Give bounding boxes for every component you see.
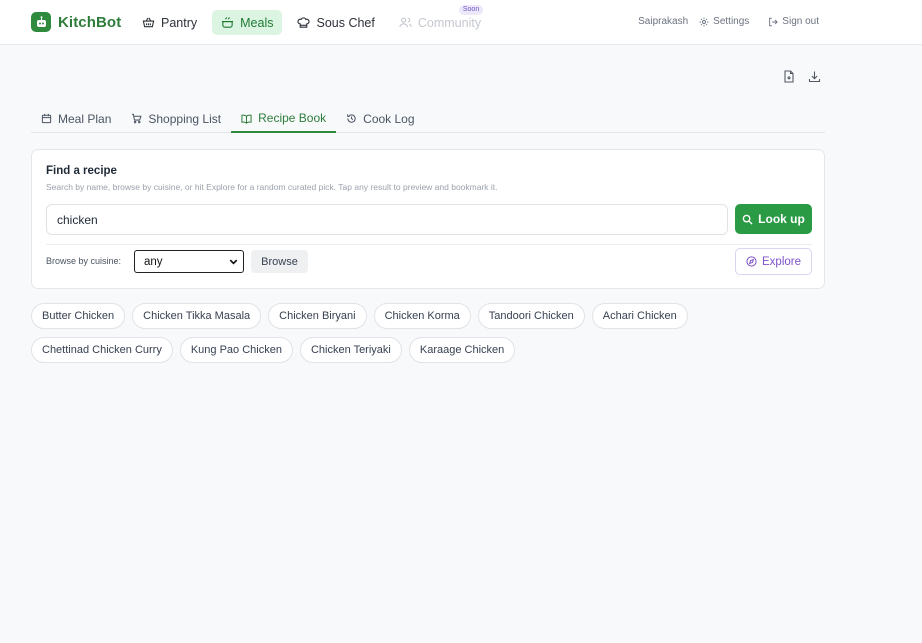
tab-recipe-book[interactable]: Recipe Book xyxy=(231,105,337,133)
tab-label-meal-plan: Meal Plan xyxy=(58,111,112,126)
explore-button[interactable]: Explore xyxy=(735,248,812,275)
nav-item-sous-chef[interactable]: Sous Chef xyxy=(288,10,383,35)
recipe-chip[interactable]: Kung Pao Chicken xyxy=(179,337,293,363)
recipe-chip[interactable]: Karaage Chicken xyxy=(408,337,516,363)
recipe-chip[interactable]: Butter Chicken xyxy=(31,303,126,329)
nav-label-pantry: Pantry xyxy=(161,15,198,30)
sign-out-link[interactable]: Sign out xyxy=(768,16,819,27)
user-menu: Saiprakash Settings Sign out xyxy=(638,16,819,27)
top-navigation-bar: KitchBot Pantry Meals Sous Chef Communit… xyxy=(0,0,922,45)
settings-label: Settings xyxy=(713,16,750,27)
open-book-icon xyxy=(241,114,252,124)
nav-item-community: Community Soon xyxy=(390,5,490,35)
chevron-down-icon xyxy=(229,259,238,265)
search-icon xyxy=(742,214,753,225)
divider xyxy=(46,244,812,245)
recipe-chip[interactable]: Tandoori Chicken xyxy=(477,303,585,329)
sign-out-label: Sign out xyxy=(782,16,819,27)
browse-button[interactable]: Browse xyxy=(251,250,308,273)
look-up-button[interactable]: Look up xyxy=(735,204,812,234)
main-nav: Pantry Meals Sous Chef Community Soon xyxy=(133,5,496,35)
export-file-icon xyxy=(784,69,794,83)
app-name: KitchBot xyxy=(58,13,122,31)
recipe-chip[interactable]: Chettinad Chicken Curry xyxy=(31,337,173,363)
cuisine-selected-value: any xyxy=(144,255,163,268)
nav-label-sous-chef: Sous Chef xyxy=(316,15,375,30)
calendar-icon xyxy=(41,113,52,124)
brand[interactable]: KitchBot xyxy=(31,12,121,32)
pot-icon xyxy=(222,17,234,28)
tab-label-cook-log: Cook Log xyxy=(363,111,415,126)
tab-cook-log[interactable]: Cook Log xyxy=(336,105,424,132)
cuisine-select[interactable]: any xyxy=(134,250,244,273)
tab-shopping-list[interactable]: Shopping List xyxy=(121,105,231,132)
robot-logo-icon xyxy=(31,12,51,32)
nav-item-pantry[interactable]: Pantry xyxy=(133,10,206,35)
cart-icon xyxy=(132,113,142,124)
recipe-finder-card: Find a recipe Search by name, browse by … xyxy=(31,149,825,289)
finder-subtitle: Search by name, browse by cuisine, or hi… xyxy=(46,182,498,192)
browse-by-cuisine-label: Browse by cuisine: xyxy=(46,256,122,266)
nav-label-meals: Meals xyxy=(240,15,274,30)
username: Saiprakash xyxy=(638,16,689,27)
basket-icon xyxy=(142,17,155,28)
recipe-chip[interactable]: Chicken Korma xyxy=(373,303,471,329)
recipe-chip[interactable]: Chicken Teriyaki xyxy=(299,337,402,363)
tab-label-recipe-book: Recipe Book xyxy=(258,111,327,125)
soon-badge: Soon xyxy=(458,5,484,15)
page-actions xyxy=(781,68,831,84)
recipe-chip[interactable]: Chicken Biryani xyxy=(268,303,367,329)
recipe-chip[interactable]: Achari Chicken xyxy=(591,303,688,329)
recipe-search-input[interactable] xyxy=(46,204,728,235)
download-icon xyxy=(808,71,820,82)
nav-label-community: Community xyxy=(417,15,482,30)
meals-tabs: Meal Plan Shopping List Recipe Book Cook… xyxy=(31,105,825,133)
export-file-button[interactable] xyxy=(781,68,797,84)
tab-label-shopping-list: Shopping List xyxy=(148,111,222,126)
history-icon xyxy=(347,114,356,123)
explore-label: Explore xyxy=(762,255,801,268)
settings-link[interactable]: Settings xyxy=(699,16,749,27)
recipe-results: Butter Chicken Chicken Tikka Masala Chic… xyxy=(31,303,731,371)
compass-icon xyxy=(746,256,757,267)
look-up-label: Look up xyxy=(758,212,805,226)
sign-out-icon xyxy=(769,17,779,26)
finder-title: Find a recipe xyxy=(46,165,117,177)
chef-hat-icon xyxy=(297,17,311,28)
tab-meal-plan[interactable]: Meal Plan xyxy=(31,105,121,132)
download-button[interactable] xyxy=(806,68,822,84)
recipe-chip[interactable]: Chicken Tikka Masala xyxy=(132,303,262,329)
users-icon xyxy=(399,17,412,28)
nav-item-meals[interactable]: Meals xyxy=(212,10,283,35)
gear-icon xyxy=(699,17,709,26)
